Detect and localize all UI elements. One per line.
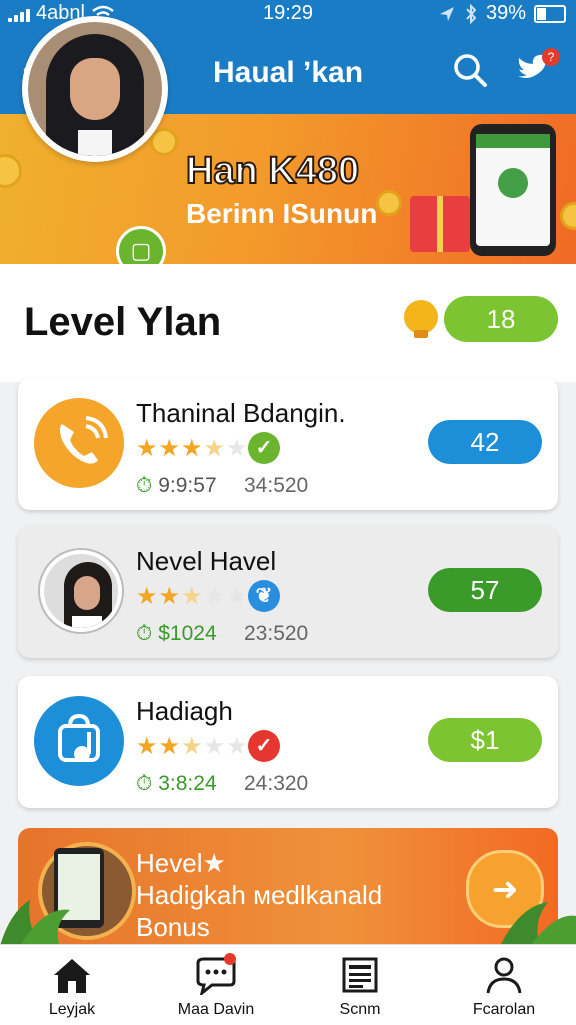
- item-stat-time: ⏱ 3:8:24: [136, 772, 217, 796]
- coin-decoration: [376, 190, 402, 216]
- stat-primary: 3:8:24: [158, 772, 217, 795]
- level-value-pill[interactable]: 18: [444, 296, 558, 342]
- nav-label: Leyjak: [48, 1001, 96, 1018]
- nav-label: Scnm: [339, 1001, 381, 1018]
- nav-label: Maa Davin: [177, 1001, 255, 1018]
- nav-item-news[interactable]: Scnm: [288, 945, 432, 1025]
- list-item[interactable]: Hadiagh ★★★★★ ✓ ⏱ 3:8:24 24:320 $1: [18, 676, 558, 808]
- coin-decoration: [0, 154, 22, 188]
- stat-secondary: 24:320: [244, 772, 309, 795]
- star-icon: ★: [203, 583, 227, 610]
- item-stat-time: ⏱ 9:9:57: [136, 474, 217, 498]
- home-icon: [54, 959, 90, 993]
- gift-icon: [410, 196, 470, 252]
- stat-secondary: 23:520: [244, 622, 309, 645]
- star-icon: ★: [203, 733, 227, 760]
- coin-decoration: [560, 202, 576, 230]
- stat-primary: $1024: [158, 622, 217, 645]
- star-icon: ★: [136, 733, 159, 760]
- battery-icon: [534, 4, 566, 23]
- check-badge-icon: ✓: [248, 730, 280, 762]
- star-icon: ★: [203, 435, 227, 462]
- stat-secondary: 34:520: [244, 474, 309, 497]
- rating-stars: ★★★★★: [136, 434, 249, 463]
- star-icon: ★: [136, 435, 159, 462]
- star-icon: ★: [181, 733, 204, 760]
- timer-icon: ⏱: [136, 474, 153, 497]
- phone-icon: [34, 398, 124, 488]
- level-title: Level Ylan: [24, 300, 222, 344]
- star-icon: ★: [181, 435, 204, 462]
- star-icon: ★: [136, 583, 159, 610]
- star-icon: ★: [158, 435, 182, 462]
- item-stat-amount: ⏱ $1024: [136, 622, 217, 646]
- score-pill[interactable]: $1: [428, 718, 542, 762]
- promo-line-1: Hevel★: [136, 848, 226, 878]
- item-title: Hadiagh: [136, 696, 233, 726]
- item-title: Thaninal Bdangin.: [136, 398, 346, 428]
- timer-icon: ⏱: [136, 622, 153, 645]
- phone-illustration: [470, 124, 556, 256]
- list-item[interactable]: Nevel Havel ★★★★★ ❦ ⏱ $1024 23:520 57: [18, 526, 558, 658]
- music-bag-icon: [34, 696, 124, 786]
- nav-item-home[interactable]: Leyjak: [0, 945, 144, 1025]
- nav-item-chat[interactable]: Maa Davin: [144, 945, 288, 1025]
- user-avatar: [40, 550, 122, 632]
- leaf-badge-icon: ❦: [248, 580, 280, 612]
- banner-title: Han K480: [185, 149, 360, 193]
- nav-label: Fcarolan: [472, 1001, 536, 1018]
- battery-percent: 39%: [485, 2, 526, 24]
- bottom-nav: Leyjak Maa Davin Scnm Fcarolan: [0, 944, 576, 1025]
- news-icon: [342, 957, 378, 993]
- profile-avatar[interactable]: [22, 16, 168, 162]
- star-icon: ★: [158, 733, 182, 760]
- star-icon: ★: [158, 583, 182, 610]
- star-icon: ★: [226, 435, 249, 462]
- star-icon: ★: [226, 733, 249, 760]
- bluetooth-icon: [466, 3, 477, 24]
- leaf-decoration: [0, 900, 576, 946]
- bulb-icon: [404, 300, 438, 338]
- location-icon: [439, 6, 454, 21]
- banner-subtitle: Berinn ISunun: [186, 198, 378, 229]
- score-pill[interactable]: 42: [428, 420, 542, 464]
- nav-item-profile[interactable]: Fcarolan: [432, 945, 576, 1025]
- score-pill[interactable]: 57: [428, 568, 542, 612]
- search-icon[interactable]: [452, 52, 488, 88]
- rating-stars: ★★★★★: [136, 582, 249, 611]
- star-icon: ★: [181, 583, 204, 610]
- notification-badge: ?: [542, 48, 560, 66]
- nav-notification-dot: [224, 953, 236, 965]
- item-title: Nevel Havel: [136, 546, 277, 576]
- profile-icon: [486, 957, 522, 994]
- stat-primary: 9:9:57: [158, 474, 217, 497]
- rating-stars: ★★★★★: [136, 732, 249, 761]
- list-item[interactable]: Thaninal Bdangin. ★★★★★ ✓ ⏱ 9:9:57 34:52…: [18, 378, 558, 510]
- check-badge-icon: ✓: [248, 432, 280, 464]
- star-icon: ★: [226, 583, 249, 610]
- timer-icon: ⏱: [136, 772, 153, 795]
